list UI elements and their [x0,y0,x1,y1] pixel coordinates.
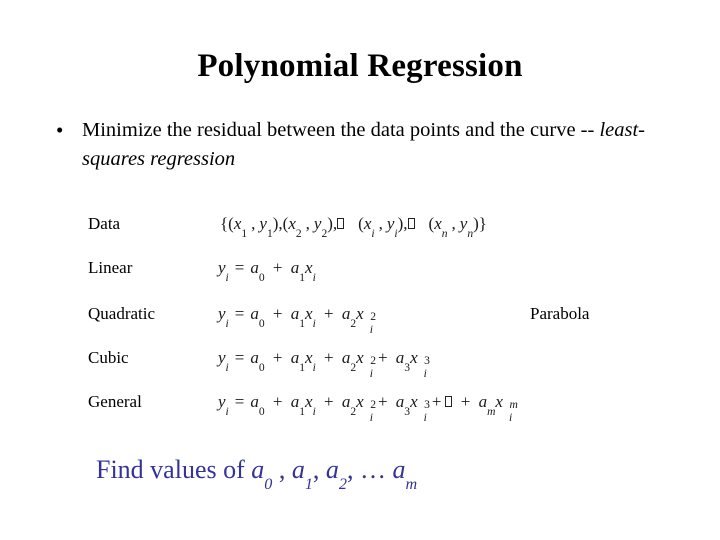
missing-glyph-box [337,218,345,229]
bullet-item: • Minimize the residual between the data… [52,116,672,174]
conclusion-sep-3: , … [346,455,393,484]
conclusion-sep-1: , [272,455,292,484]
coefficient-a2: a [325,455,339,484]
table-row: Cubic yi= a0 + a1xi + a2x 2 i + a3x 3 i [0,346,720,380]
row-equation-cubic: yi= a0 + a1xi + a2x 2 i + a3x 3 i [218,348,430,380]
missing-glyph-box [407,218,415,229]
table-row: Linear yi= a0 + a1xi [0,256,720,286]
row-label-cubic: Cubic [88,348,129,367]
bullet-block: • Minimize the residual between the data… [52,116,672,174]
slide: Polynomial Regression • Minimize the res… [0,0,720,540]
row-equation-linear: yi= a0 + a1xi [218,258,316,285]
table-row: General yi= a0 + a1xi + a2x 2 i + a3x 3 i + +… [0,390,720,424]
table-row: Quadratic yi= a0 + a1xi + a2x 2 i Parabola [0,302,720,336]
bullet-marker-icon: • [56,118,64,142]
coefficient-am-sub: m [405,476,418,494]
conclusion-lead: Find values of [96,455,252,484]
row-equation-data: {(x1, y1),(x2, y2), (xi, yi), (xn, yn)} [220,214,487,241]
coefficient-a1-sub: 1 [304,476,313,494]
row-label-quadratic: Quadratic [88,304,156,323]
conclusion-line: Find values of a0 , a1, a2, … am [96,452,417,493]
coefficient-a2-sub: 2 [338,476,347,494]
row-equation-quadratic: yi= a0 + a1xi + a2x 2 i [218,304,376,336]
row-label-data: Data [88,214,121,233]
coefficient-a1: a [291,455,305,484]
row-label-linear: Linear [88,258,133,277]
coefficient-a0-sub: 0 [264,476,273,494]
conclusion-sep-2: , [312,455,326,484]
bullet-text-plain: Minimize the residual between the data p… [82,119,600,141]
row-label-general: General [88,392,142,411]
page-title: Polynomial Regression [197,48,523,84]
coefficient-a0: a [251,455,265,484]
row-note-parabola: Parabola [530,304,590,323]
table-row: Data {(x1, y1),(x2, y2), (xi, yi), (xn, yn)} [0,212,720,242]
bullet-text: Minimize the residual between the data p… [82,116,672,174]
row-equation-general: yi= a0 + a1xi + a2x 2 i + a3x 3 i + + amx m i [218,392,518,424]
coefficient-am: a [392,455,406,484]
